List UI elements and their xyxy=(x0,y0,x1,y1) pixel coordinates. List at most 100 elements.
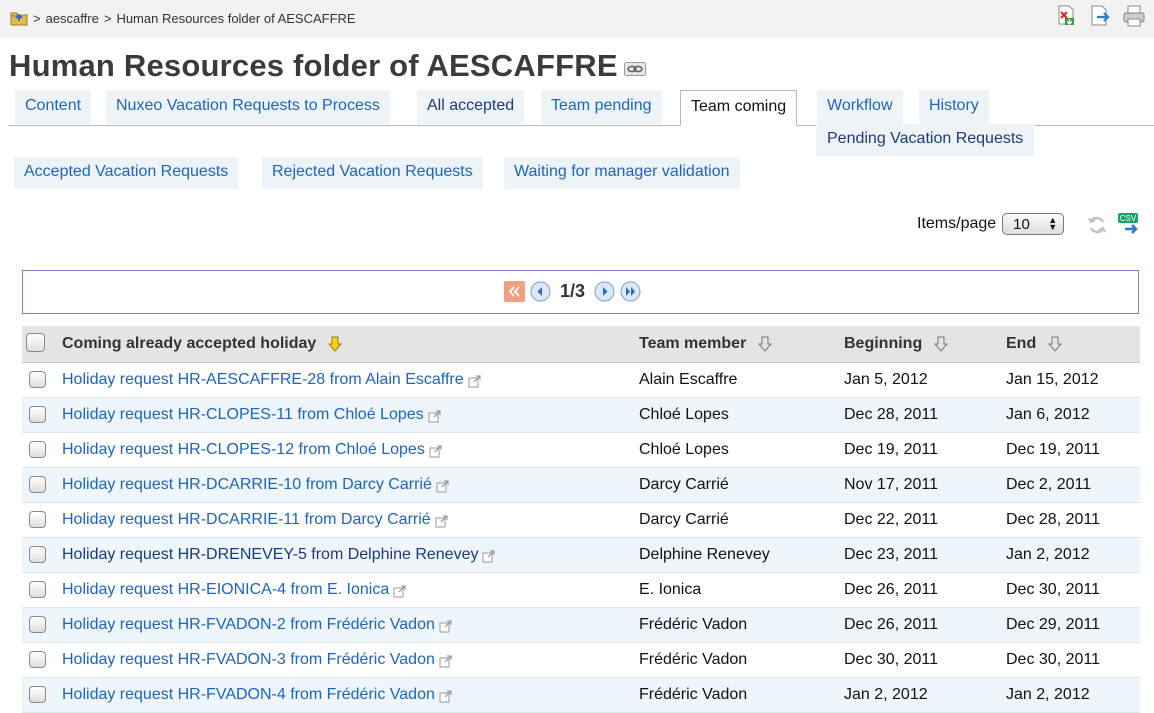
open-new-window-icon[interactable] xyxy=(435,515,448,528)
tab-workflow[interactable]: Workflow xyxy=(817,90,903,124)
request-title[interactable]: Holiday request HR-EIONICA-4 from E. Ion… xyxy=(62,581,389,599)
beginning-cell: Jan 5, 2012 xyxy=(844,371,928,388)
table-row[interactable]: Holiday request HR-AESCAFFRE-28 from Ala… xyxy=(22,363,1140,398)
last-page-icon[interactable] xyxy=(620,281,641,302)
sort-active-icon[interactable] xyxy=(328,336,343,352)
request-title[interactable]: Holiday request HR-FVADON-4 from Frédéri… xyxy=(62,686,435,704)
refresh-icon[interactable] xyxy=(1087,215,1107,235)
svg-text:CSV: CSV xyxy=(1120,214,1137,223)
open-new-window-icon[interactable] xyxy=(428,410,441,423)
open-new-window-icon[interactable] xyxy=(393,585,406,598)
open-new-window-icon[interactable] xyxy=(468,375,481,388)
request-title[interactable]: Holiday request HR-DCARRIE-10 from Darcy… xyxy=(62,476,432,494)
request-title-link[interactable]: Holiday request HR-FVADON-4 from Frédéri… xyxy=(62,686,452,704)
table-row[interactable]: Holiday request HR-CLOPES-11 from Chloé … xyxy=(22,398,1140,433)
open-new-window-icon[interactable] xyxy=(439,655,452,668)
permalink-icon[interactable] xyxy=(624,62,646,76)
main-tabs: Content Nuxeo Vacation Requests to Proce… xyxy=(9,90,1154,126)
sort-icon[interactable] xyxy=(934,336,949,352)
breadcrumb-separator: > xyxy=(103,11,112,26)
table-row[interactable]: Holiday request HR-DCARRIE-11 from Darcy… xyxy=(22,503,1140,538)
home-folder-icon[interactable] xyxy=(10,11,28,26)
row-checkbox[interactable] xyxy=(29,616,46,633)
table-row[interactable]: Holiday request HR-FVADON-2 from Frédéri… xyxy=(22,608,1140,643)
request-title-link[interactable]: Holiday request HR-AESCAFFRE-28 from Ala… xyxy=(62,371,481,389)
request-title-link[interactable]: Holiday request HR-EIONICA-4 from E. Ion… xyxy=(62,581,406,599)
column-header-holiday[interactable]: Coming already accepted holiday xyxy=(62,335,343,353)
sort-icon[interactable] xyxy=(758,336,773,352)
tab-rejected-vacation-requests[interactable]: Rejected Vacation Requests xyxy=(262,157,483,189)
end-cell: Dec 30, 2011 xyxy=(1006,651,1100,668)
column-header-end[interactable]: End xyxy=(1006,335,1063,353)
beginning-cell: Dec 19, 2011 xyxy=(844,441,938,458)
open-new-window-icon[interactable] xyxy=(482,550,495,563)
team-member-cell: Darcy Carrié xyxy=(639,511,729,528)
export-icon[interactable] xyxy=(1088,4,1112,28)
table-row[interactable]: Holiday request HR-DRENEVEY-5 from Delph… xyxy=(22,538,1140,573)
first-page-icon[interactable] xyxy=(504,281,525,302)
row-checkbox[interactable] xyxy=(29,581,46,598)
team-member-cell: Frédéric Vadon xyxy=(639,651,748,668)
request-title[interactable]: Holiday request HR-FVADON-2 from Frédéri… xyxy=(62,616,435,634)
request-title[interactable]: Holiday request HR-DCARRIE-11 from Darcy… xyxy=(62,511,431,529)
top-bar: > aescaffre > Human Resources folder of … xyxy=(0,0,1154,38)
table-row[interactable]: Holiday request HR-DCARRIE-10 from Darcy… xyxy=(22,468,1140,503)
tab-history[interactable]: History xyxy=(919,90,989,124)
next-page-icon[interactable] xyxy=(594,281,615,302)
beginning-cell: Dec 22, 2011 xyxy=(844,511,938,528)
column-header-label: End xyxy=(1006,335,1037,352)
tab-team-coming[interactable]: Team coming xyxy=(680,90,798,126)
request-title-link[interactable]: Holiday request HR-DCARRIE-11 from Darcy… xyxy=(62,511,448,529)
row-checkbox[interactable] xyxy=(29,406,46,423)
request-title[interactable]: Holiday request HR-AESCAFFRE-28 from Ala… xyxy=(62,371,464,389)
request-title-link[interactable]: Holiday request HR-CLOPES-11 from Chloé … xyxy=(62,406,441,424)
row-checkbox[interactable] xyxy=(29,476,46,493)
request-title-link[interactable]: Holiday request HR-DCARRIE-10 from Darcy… xyxy=(62,476,449,494)
request-title-link[interactable]: Holiday request HR-CLOPES-12 from Chloé … xyxy=(62,441,442,459)
tab-pending-vacation-requests[interactable]: Pending Vacation Requests xyxy=(816,124,1035,156)
request-title[interactable]: Holiday request HR-CLOPES-11 from Chloé … xyxy=(62,406,424,424)
table-row[interactable]: Holiday request HR-EIONICA-4 from E. Ion… xyxy=(22,573,1140,608)
table-row[interactable]: Holiday request HR-CLOPES-12 from Chloé … xyxy=(22,433,1140,468)
items-per-page-label: Items/page xyxy=(917,215,997,232)
row-checkbox[interactable] xyxy=(29,546,46,563)
page-title: Human Resources folder of AESCAFFRE xyxy=(9,48,618,83)
end-cell: Jan 2, 2012 xyxy=(1006,686,1090,703)
tab-content[interactable]: Content xyxy=(15,90,92,124)
open-new-window-icon[interactable] xyxy=(436,480,449,493)
tab-all-accepted[interactable]: All accepted xyxy=(417,90,525,124)
column-header-team-member[interactable]: Team member xyxy=(639,335,773,353)
beginning-cell: Dec 23, 2011 xyxy=(844,546,938,563)
request-title[interactable]: Holiday request HR-DRENEVEY-5 from Delph… xyxy=(62,546,478,564)
row-checkbox[interactable] xyxy=(29,651,46,668)
row-checkbox[interactable] xyxy=(29,511,46,528)
open-new-window-icon[interactable] xyxy=(439,620,452,633)
pdf-export-icon[interactable] xyxy=(1054,4,1078,28)
end-cell: Jan 15, 2012 xyxy=(1006,371,1099,388)
select-all-checkbox[interactable] xyxy=(26,333,45,352)
tab-accepted-vacation-requests[interactable]: Accepted Vacation Requests xyxy=(14,157,239,189)
previous-page-icon[interactable] xyxy=(530,281,551,302)
request-title[interactable]: Holiday request HR-FVADON-3 from Frédéri… xyxy=(62,651,435,669)
open-new-window-icon[interactable] xyxy=(439,690,452,703)
tab-waiting-for-manager-validation[interactable]: Waiting for manager validation xyxy=(504,157,740,189)
print-icon[interactable] xyxy=(1122,4,1146,28)
column-header-beginning[interactable]: Beginning xyxy=(844,335,949,353)
request-title[interactable]: Holiday request HR-CLOPES-12 from Chloé … xyxy=(62,441,425,459)
open-new-window-icon[interactable] xyxy=(429,445,442,458)
sort-icon[interactable] xyxy=(1048,336,1063,352)
team-member-cell: Frédéric Vadon xyxy=(639,686,748,703)
row-checkbox[interactable] xyxy=(29,371,46,388)
request-title-link[interactable]: Holiday request HR-DRENEVEY-5 from Delph… xyxy=(62,546,495,564)
breadcrumb-workspace-link[interactable]: aescaffre xyxy=(46,11,99,26)
tab-vacation-requests-to-process[interactable]: Nuxeo Vacation Requests to Process xyxy=(106,90,390,124)
request-title-link[interactable]: Holiday request HR-FVADON-2 from Frédéri… xyxy=(62,616,452,634)
table-row[interactable]: Holiday request HR-FVADON-4 from Frédéri… xyxy=(22,678,1140,713)
table-row[interactable]: Holiday request HR-FVADON-3 from Frédéri… xyxy=(22,643,1140,678)
row-checkbox[interactable] xyxy=(29,686,46,703)
tab-team-pending[interactable]: Team pending xyxy=(541,90,662,124)
items-per-page-select[interactable]: 10 ▲ ▼ xyxy=(1002,213,1065,235)
request-title-link[interactable]: Holiday request HR-FVADON-3 from Frédéri… xyxy=(62,651,452,669)
row-checkbox[interactable] xyxy=(29,441,46,458)
csv-export-icon[interactable]: CSV xyxy=(1117,212,1141,236)
